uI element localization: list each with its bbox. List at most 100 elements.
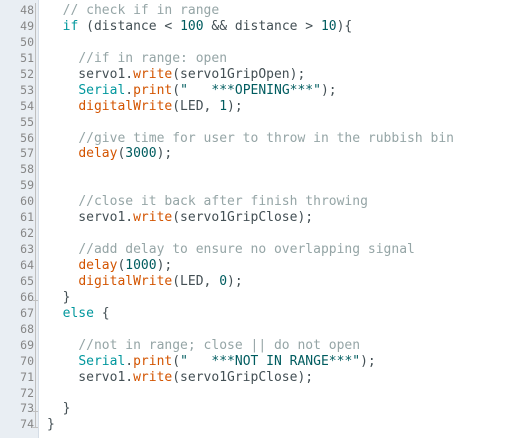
code-token: //if in range: open: [78, 50, 228, 66]
code-token: write: [133, 369, 173, 385]
code-token: " ***OPENING***": [180, 82, 321, 98]
code-line[interactable]: //not in range; close || do not open: [47, 338, 509, 354]
code-token: );: [156, 146, 173, 162]
code-editor[interactable]: 48 49 50 51 52 53 54 55 56 57 58 59 60 61 62 63 64 65 66 67…: [0, 0, 509, 438]
code-token: delay: [78, 258, 118, 273]
fold-end-marker: [33, 411, 38, 413]
code-token: //close it back after finish throwing: [78, 194, 368, 210]
code-token: );: [360, 353, 376, 369]
fold-end-marker: [33, 427, 38, 429]
code-token: 1: [219, 98, 228, 114]
code-token: }: [47, 417, 55, 433]
code-token: (servo1GripOpen);: [172, 66, 306, 82]
code-token: Serial: [78, 82, 126, 98]
code-token: if: [62, 18, 79, 34]
code-line[interactable]: [47, 35, 509, 51]
line-number-gutter: 48 49 50 51 52 53 54 55 56 57 58 59 60 61 62 63 64 65 66 67…: [0, 0, 39, 438]
code-line[interactable]: //give time for user to throw in the rub…: [47, 131, 509, 147]
code-token: (servo1GripClose);: [172, 210, 314, 226]
code-line[interactable]: //close it back after finish throwing: [47, 194, 509, 210]
code-token: else: [62, 305, 94, 321]
code-token: (distance <: [78, 18, 181, 34]
code-token: digitalWrite: [78, 273, 173, 289]
code-token: print: [133, 353, 173, 369]
code-line[interactable]: //if in range: open: [47, 51, 509, 67]
code-line[interactable]: delay(3000);: [47, 146, 509, 162]
code-token: Serial: [78, 353, 126, 369]
code-token: (: [172, 82, 181, 98]
code-token: (LED,: [172, 273, 220, 289]
code-token: 100: [180, 18, 204, 34]
code-line[interactable]: else {: [47, 306, 509, 322]
code-token: }: [47, 289, 71, 305]
code-token: .: [125, 82, 134, 98]
code-line[interactable]: // check if in range: [47, 3, 509, 19]
code-token: (LED,: [172, 98, 220, 114]
code-token: 3000: [125, 146, 157, 162]
code-token: servo1.: [47, 210, 134, 226]
code-line[interactable]: digitalWrite(LED, 0);: [47, 274, 509, 290]
code-line[interactable]: [47, 178, 509, 194]
code-line[interactable]: [47, 322, 509, 338]
code-token: servo1.: [47, 66, 134, 82]
code-token: " ***NOT IN RANGE***": [180, 353, 361, 369]
code-token: ){: [336, 18, 353, 34]
fold-end-marker: [33, 299, 38, 301]
code-line[interactable]: digitalWrite(LED, 1);: [47, 99, 509, 115]
code-line[interactable]: }: [47, 417, 509, 433]
code-line[interactable]: servo1.write(servo1GripOpen);: [47, 67, 509, 83]
code-token: );: [227, 273, 243, 289]
code-token: 10: [320, 18, 337, 34]
code-token: write: [133, 210, 173, 226]
code-token: 0: [219, 273, 228, 289]
code-line[interactable]: [47, 226, 509, 242]
code-token: );: [320, 82, 337, 98]
code-line[interactable]: }: [47, 401, 509, 417]
code-token: (servo1GripClose);: [172, 369, 314, 385]
code-token: print: [133, 82, 173, 98]
code-line[interactable]: if (distance < 100 && distance > 10){: [47, 19, 509, 35]
code-token: && distance >: [203, 18, 321, 34]
code-token: digitalWrite: [78, 98, 173, 114]
code-line[interactable]: Serial.print(" ***NOT IN RANGE***");: [47, 354, 509, 370]
fold-guide: [35, 3, 36, 428]
code-token: // check if in range: [62, 3, 220, 18]
code-line[interactable]: }: [47, 290, 509, 306]
code-token: write: [133, 66, 173, 82]
code-token: //not in range; close || do not open: [78, 337, 361, 353]
code-token: {: [93, 305, 110, 321]
code-token: );: [156, 258, 173, 273]
code-token: delay: [78, 146, 118, 162]
code-token: 1000: [125, 258, 157, 273]
code-token: );: [227, 98, 243, 114]
code-token: (: [172, 353, 181, 369]
code-line[interactable]: //add delay to ensure no overlapping sig…: [47, 242, 509, 258]
code-token: //give time for user to throw in the rub…: [78, 130, 454, 146]
code-line[interactable]: [47, 115, 509, 131]
code-line[interactable]: servo1.write(servo1GripClose);: [47, 370, 509, 386]
code-line[interactable]: [47, 162, 509, 178]
code-token: servo1.: [47, 369, 134, 385]
code-token: }: [47, 401, 71, 417]
code-line[interactable]: servo1.write(servo1GripClose);: [47, 210, 509, 226]
code-line[interactable]: delay(1000);: [47, 258, 509, 274]
code-token: .: [125, 353, 134, 369]
code-token: //add delay to ensure no overlapping sig…: [78, 242, 415, 258]
code-area[interactable]: // check if in range if (distance < 100 …: [39, 0, 509, 438]
code-line[interactable]: Serial.print(" ***OPENING***");: [47, 83, 509, 99]
code-line[interactable]: [47, 386, 509, 402]
